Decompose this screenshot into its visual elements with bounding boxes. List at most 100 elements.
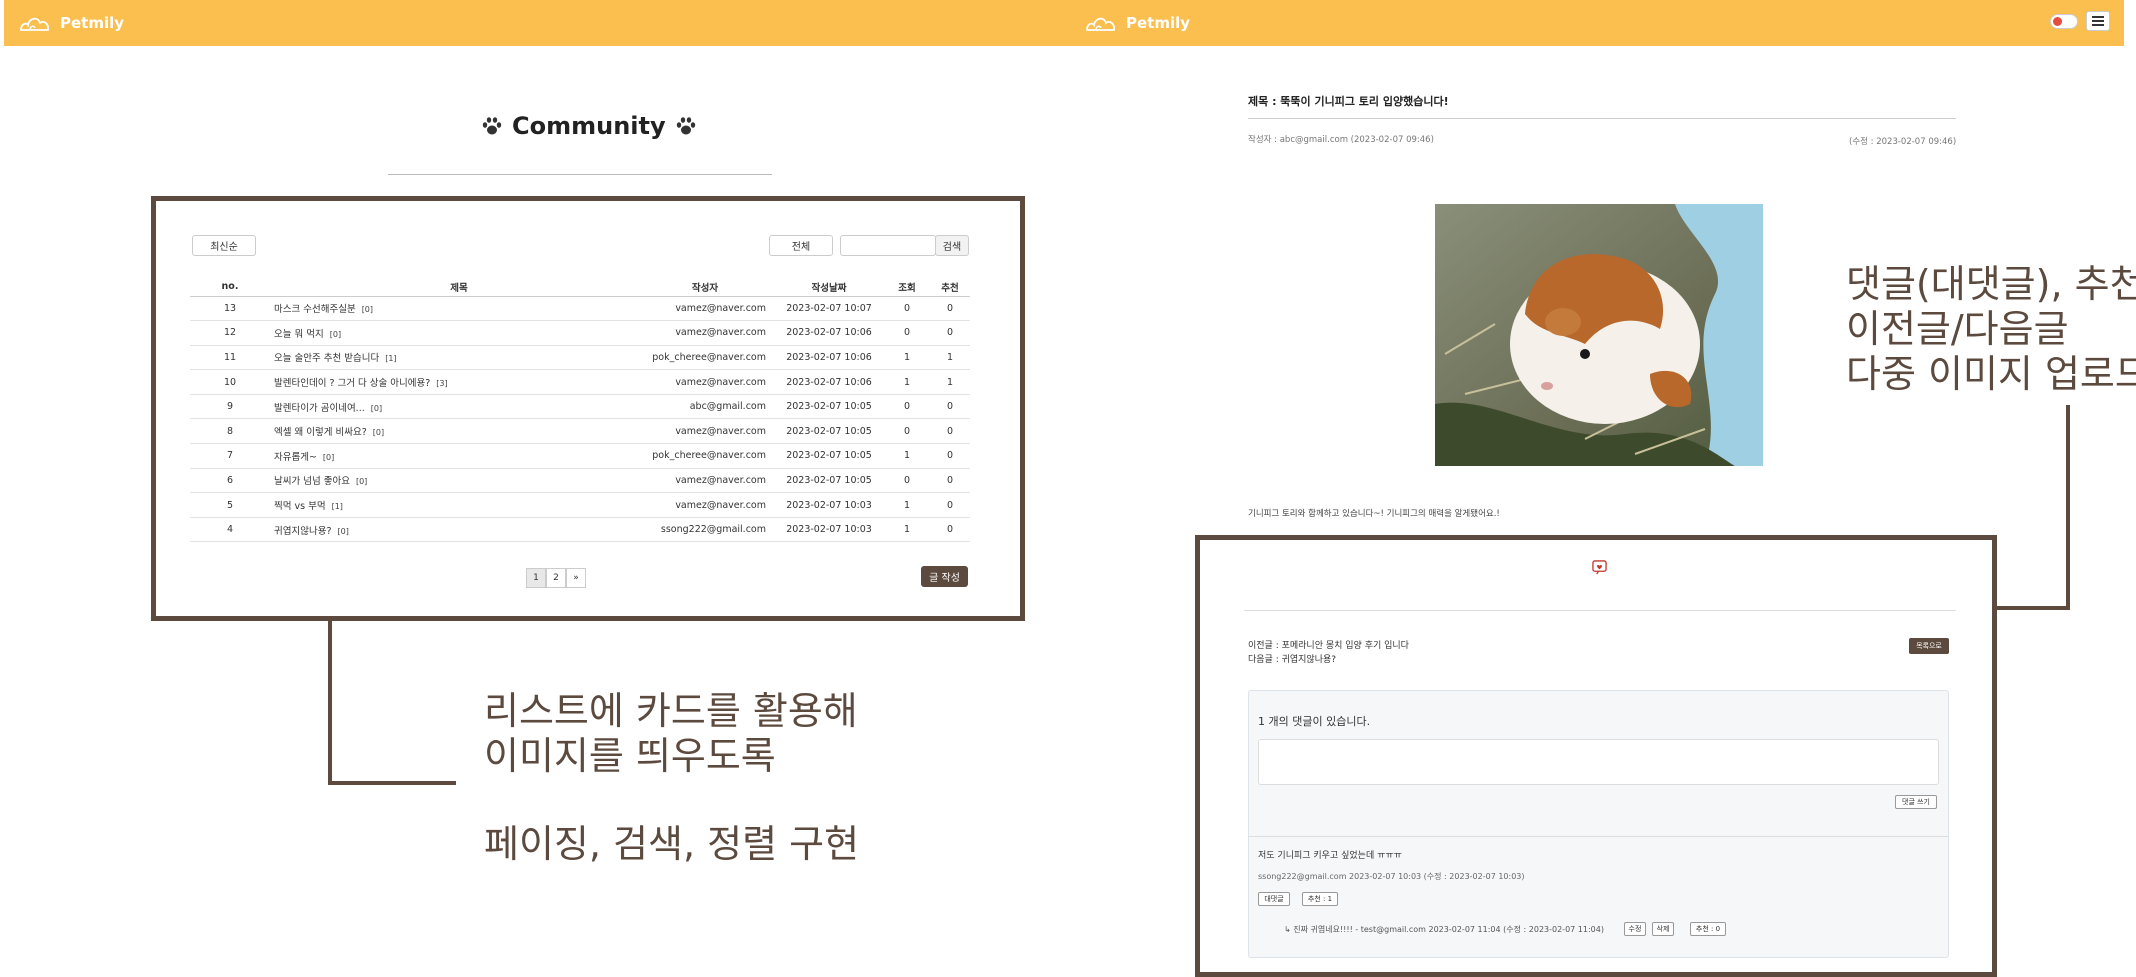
row-rec: 0 [930, 517, 970, 543]
row-title-text[interactable]: 찍먹 vs 부먹 [274, 501, 326, 512]
row-title[interactable]: 발렌타이가 곰이네여... [0] [270, 394, 644, 420]
row-no: 4 [190, 517, 270, 543]
row-comment-count: [0] [322, 452, 335, 462]
paw-cloud-icon [1086, 17, 1115, 31]
row-title-text[interactable]: 발렌타인데이 ? 그거 다 상술 아니에용? [274, 378, 430, 389]
row-title-text[interactable]: 마스크 수선해주실분 [274, 304, 356, 315]
col-views: 조회 [884, 278, 930, 297]
navbar-left: Petmily [4, 0, 1070, 46]
row-title[interactable]: 찍먹 vs 부먹 [1] [270, 492, 644, 518]
title-divider [388, 174, 772, 175]
row-writer: vamez@naver.com [644, 468, 774, 494]
table-row[interactable]: 6 날씨가 넘넘 좋아요 [0] vamez@naver.com 2023-02-07 … [190, 468, 970, 494]
row-date: 2023-02-07 10:03 [774, 492, 884, 518]
annotation-line: 다중 이미지 업로드 [1846, 352, 2136, 396]
row-title[interactable]: 오늘 뭐 먹지 [0] [270, 320, 644, 346]
col-rec: 추천 [930, 278, 970, 297]
heart-icon[interactable] [1592, 560, 1607, 575]
row-title[interactable]: 발렌타인데이 ? 그거 다 상술 아니에용? [3] [270, 369, 644, 395]
row-title-text[interactable]: 발렌타이가 곰이네여... [274, 403, 365, 414]
row-title[interactable]: 오늘 술안주 추천 받습니다 [1] [270, 345, 644, 371]
navbar-right: Petmily [1070, 0, 2124, 46]
reply-delete-button[interactable]: 삭제 [1652, 922, 1674, 936]
table-row[interactable]: 11 오늘 술안주 추천 받습니다 [1] pok_cheree@naver.com 2… [190, 345, 970, 371]
row-title-text[interactable]: 오늘 뭐 먹지 [274, 329, 324, 340]
row-views: 1 [884, 369, 930, 395]
next-post-link[interactable]: 다음글 : 귀엽지않나용? [1248, 652, 1336, 665]
row-writer: vamez@naver.com [644, 492, 774, 518]
row-views: 0 [884, 394, 930, 420]
row-title-text[interactable]: 날씨가 넘넘 좋아요 [274, 476, 350, 487]
connector-left-horizontal [328, 781, 456, 785]
edit-meta: (수정 : 2023-02-07 09:46) [1849, 137, 1957, 147]
table-row[interactable]: 10 발렌타인데이 ? 그거 다 상술 아니에용? [3] vamez@naver.c… [190, 369, 970, 395]
page-2[interactable]: 2 [546, 568, 566, 588]
comment-recommend-button[interactable]: 추천 : 1 [1302, 892, 1338, 906]
row-no: 13 [190, 296, 270, 322]
comment-section [1248, 690, 1949, 958]
table-row[interactable]: 12 오늘 뭐 먹지 [0] vamez@naver.com 2023-02-07 10… [190, 320, 970, 346]
row-no: 5 [190, 492, 270, 518]
reply-text: ↳ 진짜 귀엽네요!!!! - test@gmail.com 2023-02-0… [1284, 925, 1604, 934]
reply-edit-button[interactable]: 수정 [1624, 922, 1646, 936]
brand-logo-right[interactable]: Petmily [1084, 12, 1190, 34]
reply-recommend-button[interactable]: 추천 : 0 [1690, 922, 1726, 936]
page-next[interactable]: » [566, 568, 586, 588]
prev-post-link[interactable]: 이전글 : 포메라니안 몽치 입양 후기 입니다 [1248, 638, 1409, 651]
row-rec: 0 [930, 418, 970, 445]
post-body: 기니피그 토리와 함께하고 있습니다~! 기니피그의 매력을 알게됐어요.! [1248, 509, 1500, 519]
connector-right-horizontal [1997, 606, 2070, 610]
row-rec: 0 [930, 468, 970, 494]
row-title[interactable]: 날씨가 넘넘 좋아요 [0] [270, 468, 644, 494]
row-title-text[interactable]: 귀엽지않나용? [274, 526, 331, 537]
table-row[interactable]: 9 발렌타이가 곰이네여... [0] abc@gmail.com 2023-02-07… [190, 394, 970, 420]
row-writer: pok_cheree@naver.com [644, 345, 774, 371]
reply-button[interactable]: 대댓글 [1258, 892, 1290, 906]
paw-icon [676, 117, 695, 135]
row-date: 2023-02-07 10:06 [774, 345, 884, 371]
table-row[interactable]: 5 찍먹 vs 부먹 [1] vamez@naver.com 2023-02-07 10… [190, 492, 970, 518]
annotation-line: 이미지를 띄우도록 [484, 734, 776, 778]
filter-select[interactable]: 전체 [769, 235, 833, 256]
list-button[interactable]: 목록으로 [1909, 638, 1949, 654]
row-date: 2023-02-07 10:06 [774, 320, 884, 346]
table-row[interactable]: 13 마스크 수선해주실분 [0] vamez@naver.com 2023-02-07… [190, 296, 970, 322]
row-date: 2023-02-07 10:05 [774, 443, 884, 469]
table-row[interactable]: 8 엑셀 왜 이렇게 비싸요? [0] vamez@naver.com 2023-02-… [190, 418, 970, 445]
row-views: 0 [884, 418, 930, 445]
search-input[interactable] [840, 235, 936, 256]
post-title: 제목 : 뚝뚝이 기니피그 토리 입양했습니다! [1248, 95, 1449, 108]
comment-text: 저도 기니피그 키우고 싶었는데 ㅠㅠㅠ [1258, 851, 1402, 861]
table-row[interactable]: 4 귀엽지않나용? [0] ssong222@gmail.com 2023-02-07 … [190, 517, 970, 543]
row-title[interactable]: 귀엽지않나용? [0] [270, 517, 644, 543]
row-title[interactable]: 마스크 수선해주실분 [0] [270, 296, 644, 322]
row-date: 2023-02-07 10:05 [774, 468, 884, 494]
row-comment-count: [0] [337, 526, 349, 536]
brand-logo[interactable]: Petmily [18, 12, 124, 34]
row-title[interactable]: 자유롭게~ [0] [270, 443, 644, 469]
search-button[interactable]: 검색 [935, 235, 969, 256]
row-rec: 0 [930, 492, 970, 518]
row-views: 0 [884, 468, 930, 494]
brand-name: Petmily [60, 14, 125, 32]
comment-input[interactable] [1258, 739, 1939, 785]
table-row[interactable]: 7 자유롭게~ [0] pok_cheree@naver.com 2023-02-07 … [190, 443, 970, 469]
write-post-button[interactable]: 글 작성 [921, 566, 968, 587]
row-rec: 1 [930, 369, 970, 395]
row-title-text[interactable]: 엑셀 왜 이렇게 비싸요? [274, 427, 367, 438]
annotation-features: 댓글(대댓글), 추천 이전글/다음글 다중 이미지 업로드 [1846, 262, 2136, 397]
row-rec: 0 [930, 394, 970, 420]
menu-icon[interactable] [2086, 11, 2110, 31]
post-image [1435, 204, 1763, 466]
comment-submit-button[interactable]: 댓글 쓰기 [1895, 795, 1937, 809]
row-title-text[interactable]: 오늘 술안주 추천 받습니다 [274, 353, 379, 364]
connector-right-vertical [2066, 405, 2070, 610]
row-title[interactable]: 엑셀 왜 이렇게 비싸요? [0] [270, 418, 644, 445]
pagination: 1 2 » [526, 568, 586, 588]
sort-button[interactable]: 최신순 [192, 235, 256, 256]
annotation-paging: 페이징, 검색, 정렬 구현 [484, 822, 860, 866]
row-title-text[interactable]: 자유롭게~ [274, 452, 317, 463]
page-1[interactable]: 1 [526, 568, 546, 588]
recommend-divider [1244, 610, 1956, 611]
theme-toggle[interactable] [2050, 13, 2078, 29]
